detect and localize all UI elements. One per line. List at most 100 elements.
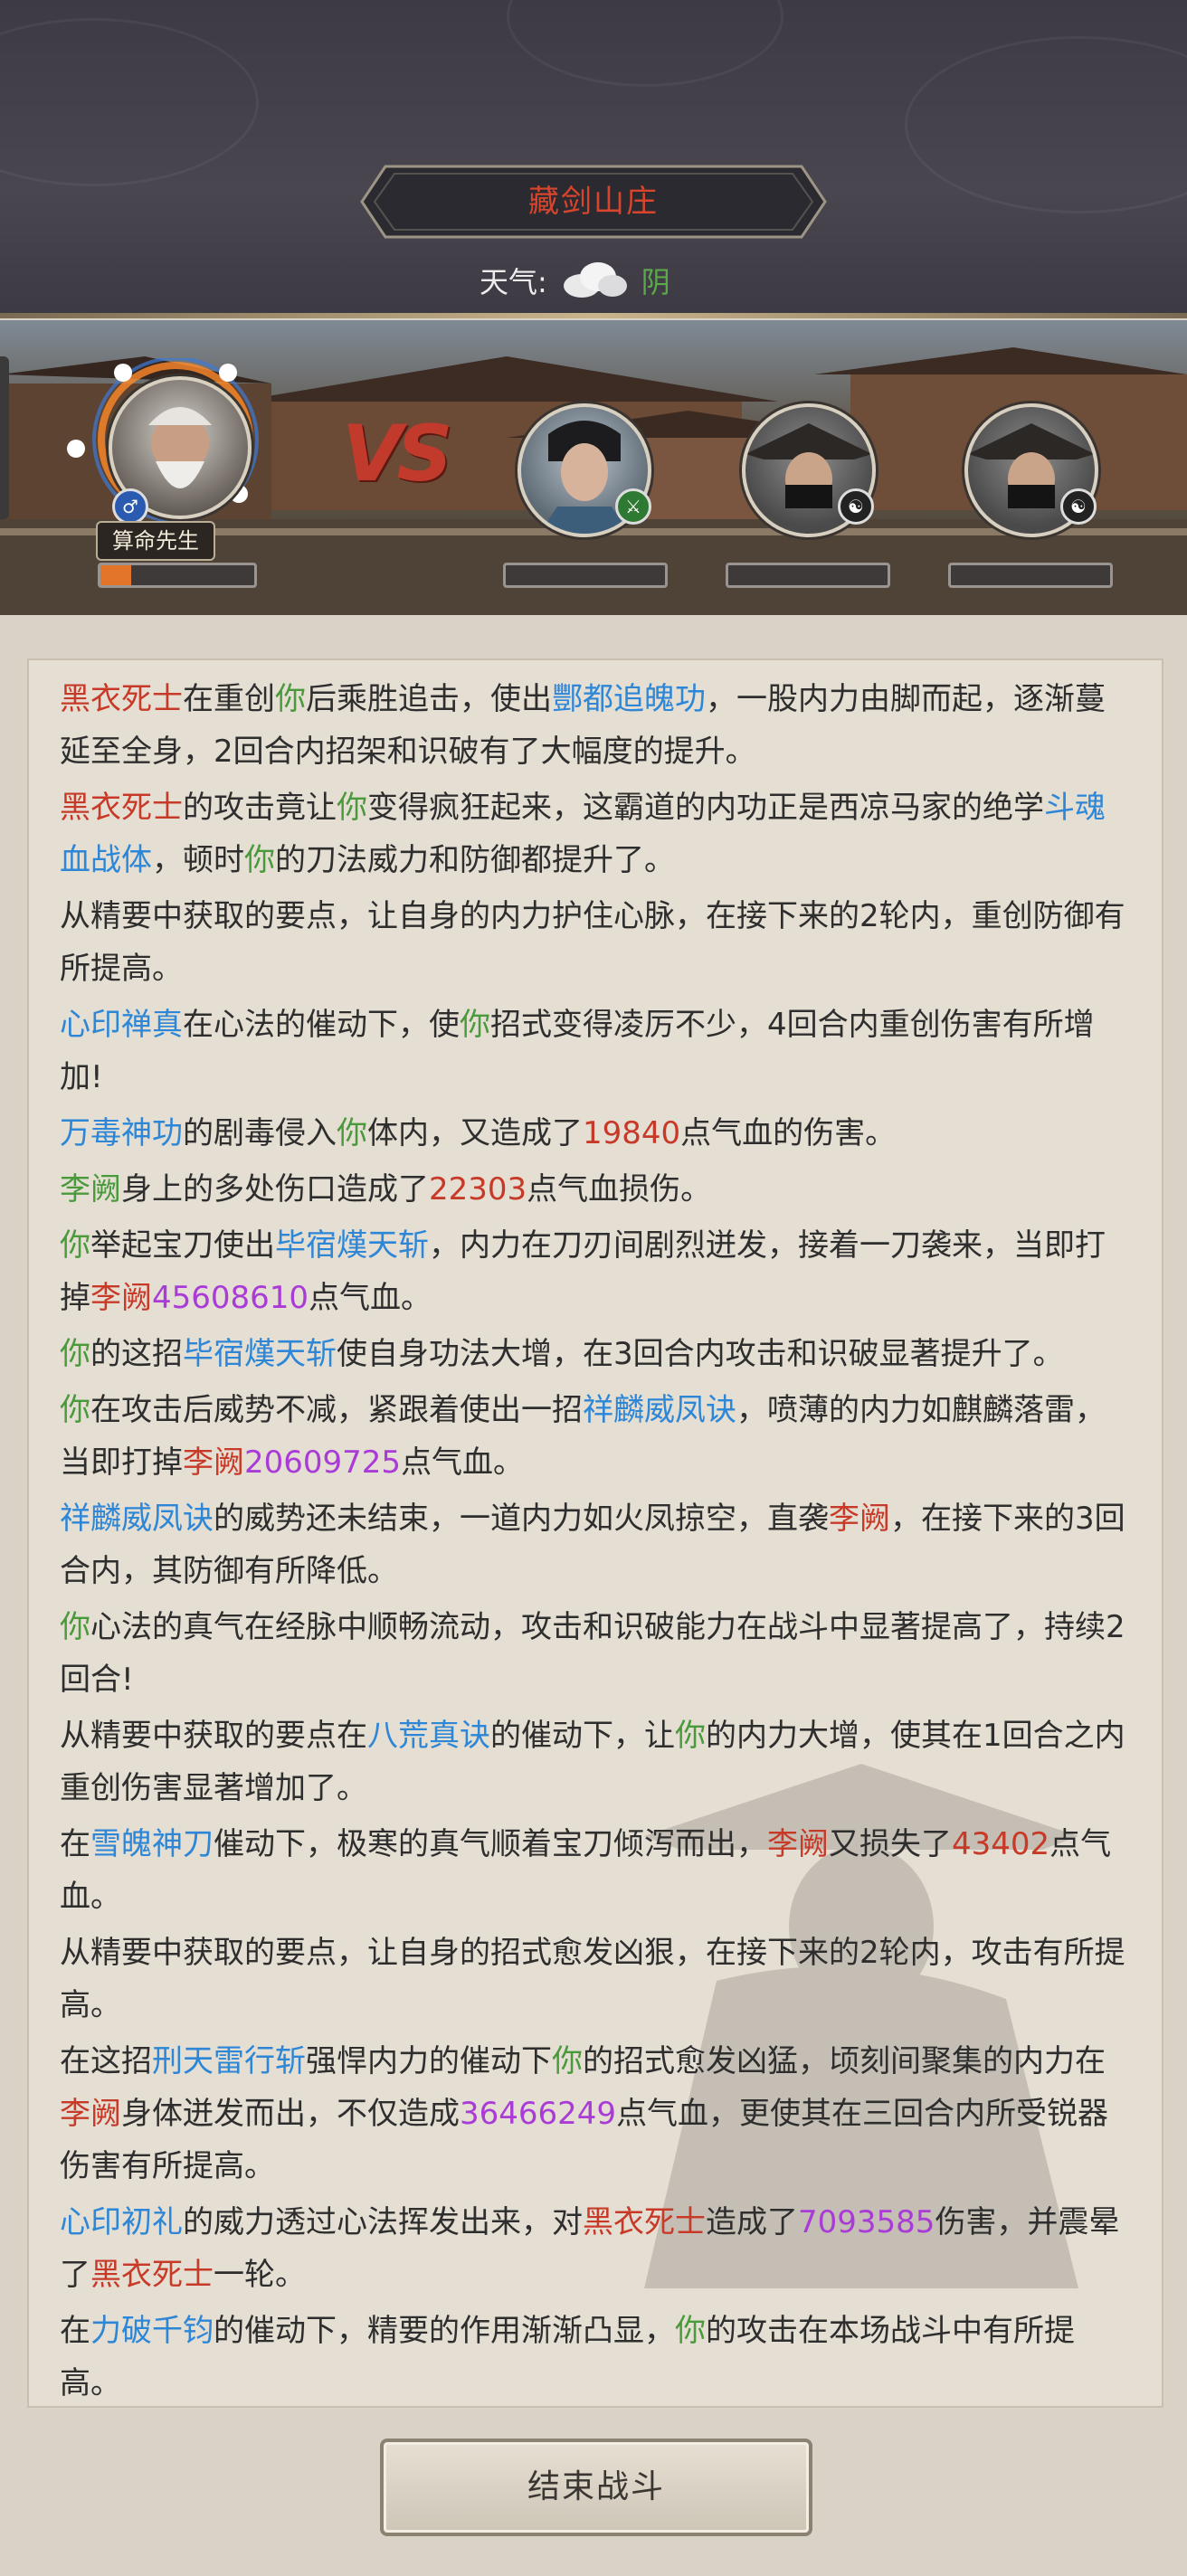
- log-entry: 万毒神功的剧毒侵入你体内，又造成了19840点气血的伤害。: [60, 1107, 1131, 1160]
- log-entry: 黑衣死士在重创你后乘胜追击，使出酆都追魄功，一股内力由脚而起，逐渐蔓延至全身，2…: [60, 673, 1131, 778]
- log-text: 的招式愈发凶猛，顷刻间聚集的内力在: [583, 2043, 1106, 2079]
- damage-value: 7093585: [798, 2204, 935, 2240]
- cloud-pattern: [507, 0, 783, 87]
- ally-name: 你: [60, 1609, 90, 1645]
- log-text: 的这招: [90, 1336, 183, 1372]
- ally-name: 李阙: [60, 1171, 121, 1208]
- battle-log-list: 黑衣死士在重创你后乘胜追击，使出酆都追魄功，一股内力由脚而起，逐渐蔓延至全身，2…: [29, 660, 1162, 2406]
- log-text: 的威势还未结束，一道内力如火凤掠空，直袭: [214, 1501, 829, 1537]
- enemy-hp-bar-2: [726, 563, 890, 588]
- location-name: 藏剑山庄: [528, 184, 659, 220]
- log-entry: 你的这招毕宿熯天斩使自身功法大增，在3回合内攻击和识破显著提升了。: [60, 1328, 1131, 1380]
- log-text: 点气血损伤。: [527, 1171, 712, 1208]
- log-text: 体内，又造成了: [367, 1115, 583, 1151]
- cloud-icon: [563, 262, 627, 298]
- end-battle-button[interactable]: 结束战斗: [380, 2439, 812, 2536]
- log-text: 在攻击后威势不减，紧跟着使出一招: [90, 1392, 583, 1428]
- log-text: 的刀法威力和防御都提升了。: [275, 842, 675, 878]
- log-entry: 李阙身上的多处伤口造成了22303点气血损伤。: [60, 1163, 1131, 1216]
- log-entry: 在力破千钧的催动下，精要的作用渐渐凸显，你的攻击在本场战斗中有所提高。: [60, 2305, 1131, 2406]
- ally-name: 你: [675, 1718, 706, 1754]
- sword-icon: ⚔: [615, 488, 651, 525]
- log-entry: 从精要中获取的要点，让自身的内力护住心脉，在接下来的2轮内，重创防御有所提高。: [60, 890, 1131, 995]
- battle-arena: ♂ 算命先生 VS ⚔ ☯ ☯: [0, 320, 1187, 615]
- battle-log-panel[interactable]: 黑衣死士在重创你后乘胜追击，使出酆都追魄功，一股内力由脚而起，逐渐蔓延至全身，2…: [27, 658, 1163, 2408]
- enemy-name: 黑衣死士: [583, 2204, 706, 2240]
- log-text: 强悍内力的催动下: [306, 2043, 552, 2079]
- log-text: 又损失了: [829, 1826, 952, 1862]
- log-text: 从精要中获取的要点在: [60, 1718, 367, 1754]
- enemy-name: 李阙: [60, 2096, 121, 2132]
- skill-name: 心印初礼: [60, 2204, 183, 2240]
- male-icon: ♂: [112, 488, 148, 525]
- cloud-pattern: [0, 18, 259, 186]
- skill-name: 祥麟威凤诀: [583, 1392, 736, 1428]
- ally-name: 你: [552, 2043, 583, 2079]
- cloud-pattern: [905, 36, 1187, 213]
- log-text: 的攻击竟让: [183, 790, 337, 826]
- log-entry: 从精要中获取的要点在八荒真诀的催动下，让你的内力大增，使其在1回合之内重创伤害显…: [60, 1709, 1131, 1814]
- enemy-name: 22303: [429, 1171, 527, 1208]
- log-text: 身体迸发而出，不仅造成: [121, 2096, 460, 2132]
- yin-yang-icon: ☯: [838, 488, 874, 525]
- skill-name: 心印禅真: [60, 1007, 183, 1043]
- skill-name: 八荒真诀: [367, 1718, 490, 1754]
- ally-name: 你: [275, 681, 306, 717]
- log-text: 的催动下，精要的作用渐渐凸显，: [214, 2313, 675, 2349]
- ally-name: 你: [60, 1336, 90, 1372]
- log-text: 从精要中获取的要点，让自身的招式愈发凶狠，在接下来的2轮内，攻击有所提高。: [60, 1935, 1125, 2023]
- log-text: 心法的真气在经脉中顺畅流动，攻击和识破能力在战斗中显著提高了，持续2回合!: [60, 1609, 1125, 1698]
- log-text: 变得疯狂起来，这霸道的内功正是西凉马家的绝学: [367, 790, 1044, 826]
- log-text: 造成了: [706, 2204, 798, 2240]
- weather-value: 阴: [641, 265, 670, 299]
- damage-value: 45608610: [152, 1280, 309, 1316]
- log-text: 在重创: [183, 681, 275, 717]
- log-entry: 黑衣死士的攻击竟让你变得疯狂起来，这霸道的内功正是西凉马家的绝学斗魂血战体，顿时…: [60, 781, 1131, 886]
- log-text: 在: [60, 2313, 90, 2349]
- log-entry: 心印初礼的威力透过心法挥发出来，对黑衣死士造成了7093585伤害，并震晕了黑衣…: [60, 2196, 1131, 2301]
- enemy-name: 黑衣死士: [90, 2257, 214, 2293]
- ally-name: 你: [337, 1115, 367, 1151]
- ally-name: 你: [60, 1227, 90, 1264]
- skill-name: 刑天雷行斩: [152, 2043, 306, 2079]
- log-text: 在这招: [60, 2043, 152, 2079]
- ally-name: 你: [337, 790, 367, 826]
- log-text: 点气血。: [401, 1444, 525, 1481]
- enemy-name: 黑衣死士: [60, 681, 183, 717]
- log-entry: 从精要中获取的要点，让自身的招式愈发凶狠，在接下来的2轮内，攻击有所提高。: [60, 1927, 1131, 2031]
- log-entry: 你举起宝刀使出毕宿熯天斩，内力在刀刃间剧烈迸发，接着一刀袭来，当即打掉李阙456…: [60, 1219, 1131, 1324]
- weather-label: 天气:: [480, 265, 547, 299]
- damage-value: 20609725: [244, 1444, 402, 1481]
- header-divider: [0, 313, 1187, 318]
- ally-name: 你: [460, 1007, 490, 1043]
- skill-name: 万毒神功: [60, 1115, 183, 1151]
- log-text: 催动下，极寒的真气顺着宝刀倾泻而出，: [214, 1826, 767, 1862]
- log-text: 举起宝刀使出: [90, 1227, 275, 1264]
- log-entry: 心印禅真在心法的催动下，使你招式变得凌厉不少，4回合内重创伤害有所增加!: [60, 999, 1131, 1103]
- log-text: 的催动下，让: [490, 1718, 675, 1754]
- log-entry: 在这招刑天雷行斩强悍内力的催动下你的招式愈发凶猛，顷刻间聚集的内力在李阙身体迸发…: [60, 2035, 1131, 2192]
- player-name: 算命先生: [96, 521, 215, 561]
- log-text: 后乘胜追击，使出: [306, 681, 552, 717]
- log-entry: 你心法的真气在经脉中顺畅流动，攻击和识破能力在战斗中显著提高了，持续2回合!: [60, 1601, 1131, 1706]
- log-text: 从精要中获取的要点，让自身的内力护住心脉，在接下来的2轮内，重创防御有所提高。: [60, 898, 1125, 987]
- damage-value: 36466249: [460, 2096, 617, 2132]
- side-tab[interactable]: [0, 356, 9, 519]
- log-text: 在心法的催动下，使: [183, 1007, 460, 1043]
- log-entry: 你在攻击后威势不减，紧跟着使出一招祥麟威凤诀，喷薄的内力如麒麟落雷，当即打掉李阙…: [60, 1384, 1131, 1489]
- skill-name: 雪魄神刀: [90, 1826, 214, 1862]
- weather-row: 天气: 阴: [480, 255, 670, 306]
- ally-name: 你: [244, 842, 275, 878]
- yin-yang-icon: ☯: [1060, 488, 1097, 525]
- enemy-name: 李阙: [829, 1501, 890, 1537]
- skill-name: 祥麟威凤诀: [60, 1501, 214, 1537]
- enemy-hp-bar-3: [948, 563, 1113, 588]
- enemy-name: 黑衣死士: [60, 790, 183, 826]
- location-plate: 藏剑山庄: [358, 163, 829, 241]
- enemy-name: 43402: [952, 1826, 1050, 1862]
- skill-name: 毕宿熯天斩: [275, 1227, 429, 1264]
- log-text: 的威力透过心法挥发出来，对: [183, 2204, 583, 2240]
- log-text: 点气血。: [309, 1280, 432, 1316]
- vs-mark: VS: [342, 409, 452, 499]
- enemy-name: 李阙: [767, 1826, 829, 1862]
